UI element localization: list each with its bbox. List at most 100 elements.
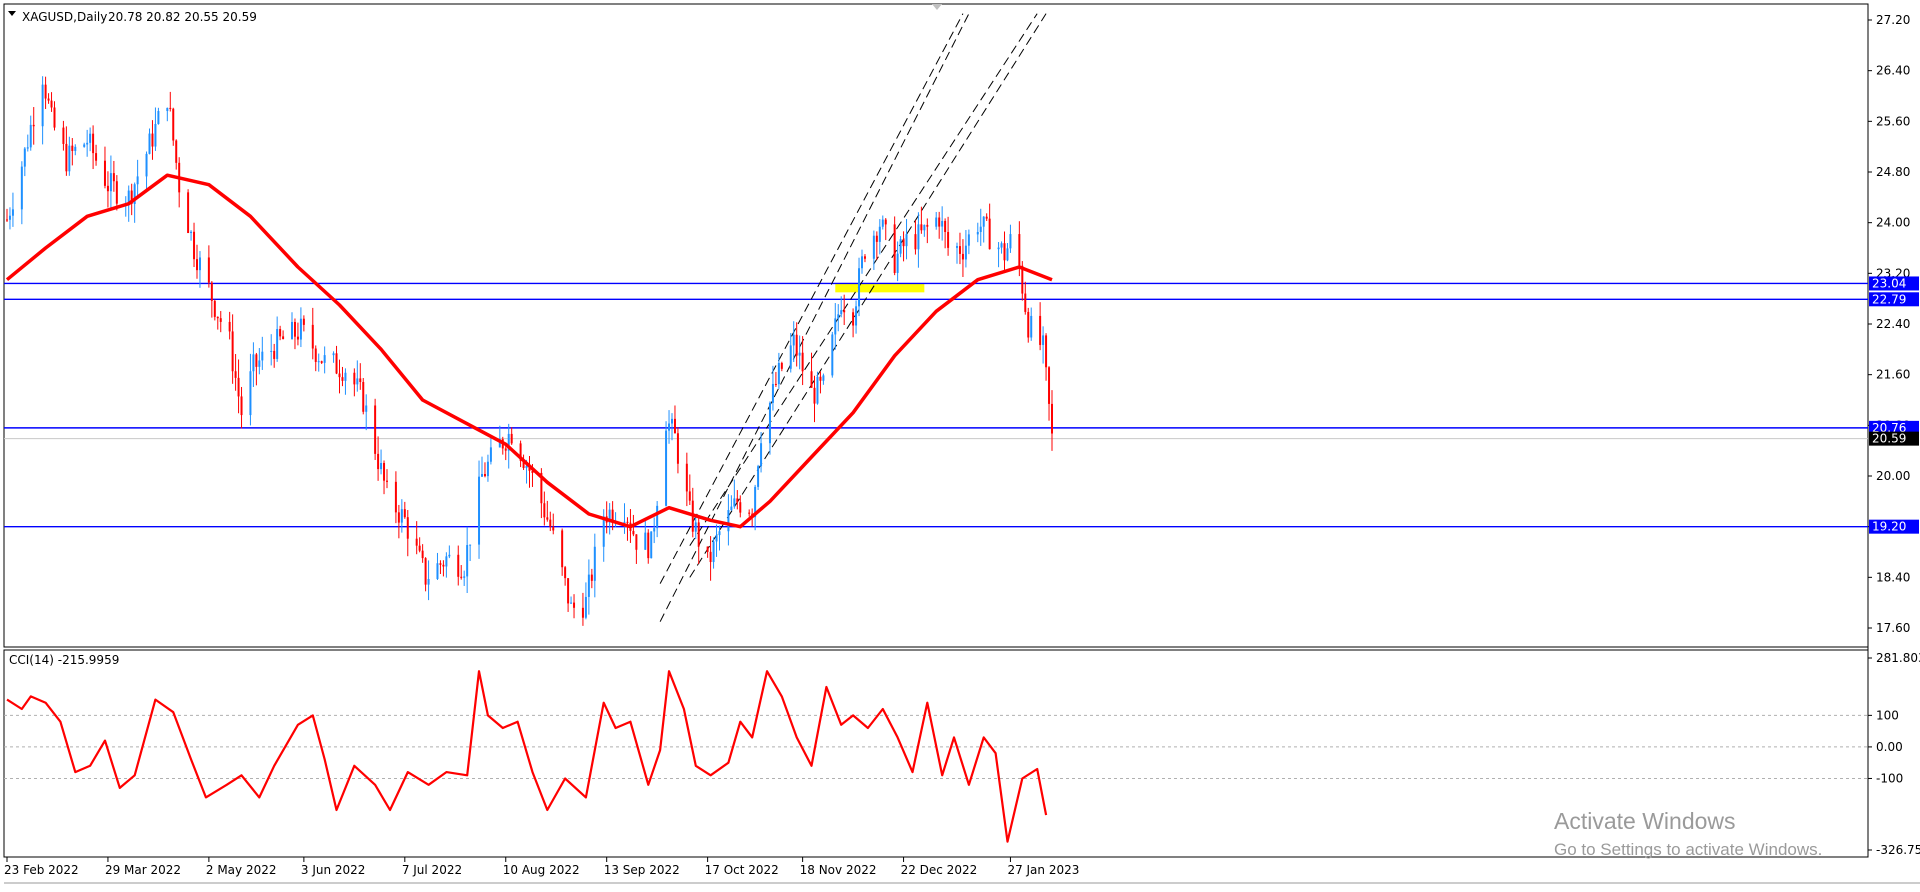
candle-body [688,491,691,501]
candle-body [249,371,252,416]
candle-body [29,124,32,148]
candle-body [32,124,35,127]
candle-body [834,318,837,335]
candle-body [840,310,843,315]
candle-body [400,509,403,523]
candle-body [801,352,804,372]
cci-axis-label: 100 [1876,708,1899,722]
candle-body [739,502,742,513]
candle-body [86,142,89,145]
price-axis-label: 22.40 [1876,317,1910,331]
candle-body [504,448,507,451]
candle-body [109,173,112,192]
candle-body [822,375,825,381]
candle-body [567,578,570,604]
candle-body [320,361,323,363]
candle-body [718,531,721,536]
candle-body [855,306,858,326]
candle-body [694,522,697,532]
candle-body [768,402,771,444]
candle-body [798,352,801,356]
candle-body [831,334,834,376]
candle-body [552,526,555,531]
candle-body [863,256,866,259]
candle-body [291,321,293,340]
candle-body [323,355,326,363]
candle-body [71,145,74,151]
candle-body [590,574,593,581]
candle-body [145,153,148,177]
candle-body [112,173,115,182]
candle-body [899,239,902,254]
candle-body [234,371,237,378]
candle-body [858,268,861,307]
candle-body [665,430,668,506]
candle-body [650,531,653,559]
candle-body [219,318,222,322]
candle-body [276,329,279,359]
price-panel[interactable] [3,3,1869,648]
candle-body [653,528,656,532]
candle-body [68,145,71,172]
candle-body [947,231,950,248]
candle-body [777,362,780,385]
time-axis-label: 29 Mar 2022 [105,863,181,877]
candle-body [445,556,448,567]
candle-body [1039,315,1042,345]
time-axis-label: 27 Jan 2023 [1007,863,1079,877]
level-price-label: 22.79 [1872,292,1906,306]
candle-body [486,461,489,477]
candle-body [944,220,947,232]
candle-body [483,474,486,477]
cci-axis-label: 281.803 [1876,651,1920,665]
time-axis-label: 3 Jun 2022 [301,863,366,877]
candle-body [210,282,213,301]
candle-body [74,146,77,151]
candle-body [587,574,590,597]
candle-body [311,324,314,349]
cci-axis-label: 0.00 [1876,740,1903,754]
candle-body [1048,367,1051,404]
chart-canvas[interactable]: 27.2026.4025.6024.8024.0023.2022.4021.60… [0,0,1920,888]
candle-body [935,217,938,227]
candle-body [41,84,44,127]
candle-body [852,312,855,326]
candle-body [436,563,439,579]
candle-body [685,463,688,492]
candle-body [154,124,157,147]
candle-body [65,143,68,172]
price-axis-label: 20.00 [1876,469,1910,483]
candle-body [335,353,338,374]
price-axis-label: 21.60 [1876,368,1910,382]
candle-body [489,447,492,462]
activate-windows-subtitle: Go to Settings to activate Windows. [1554,840,1822,859]
candle-body [697,522,700,547]
candle-body [958,246,961,254]
candle-body [11,209,14,216]
candle-body [338,373,341,378]
candle-body [920,224,923,231]
candle-body [813,387,816,404]
level-price-label: 19.20 [1872,520,1906,534]
candle-body [635,534,638,550]
candle-body [187,192,190,234]
candle-body [837,314,840,319]
highlight-zone[interactable] [835,283,925,293]
price-axis-label: 24.00 [1876,216,1910,230]
candle-body [1006,248,1009,261]
candle-body [6,219,8,221]
candle-body [115,181,118,204]
candle-body [792,334,795,346]
chart-window[interactable]: 27.20 26.40 25.60 24.80 24.00 23.20 22.40 21.60… [0,0,1920,888]
candle-body [148,133,151,154]
candle-body [62,127,65,144]
candle-body [1027,311,1030,338]
ohlc-values: 20.78 20.82 20.55 20.59 [108,10,257,24]
candle-body [95,153,98,161]
candle-body [1042,335,1045,345]
candle-body [979,226,982,233]
price-axis-label: 17.60 [1876,621,1910,635]
candle-body [421,550,424,559]
candle-body [967,234,970,246]
candle-body [997,247,1000,250]
